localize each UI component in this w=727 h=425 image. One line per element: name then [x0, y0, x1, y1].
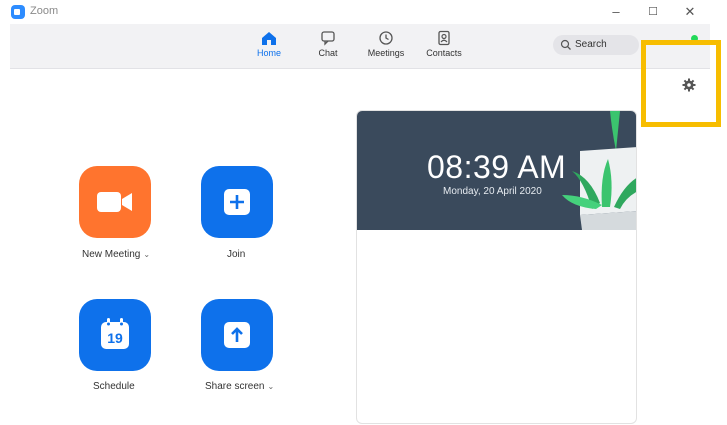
title-bar: Zoom – ☐ ✕: [0, 0, 727, 24]
contacts-icon: [438, 30, 450, 46]
tab-meetings[interactable]: Meetings: [358, 30, 414, 58]
minimize-button[interactable]: –: [604, 2, 628, 22]
chat-icon: [321, 31, 335, 46]
tab-contacts-label: Contacts: [426, 48, 462, 58]
tab-home[interactable]: Home: [241, 30, 297, 58]
close-button[interactable]: ✕: [678, 2, 702, 22]
settings-gear-icon[interactable]: [682, 78, 696, 92]
clock-banner: 08:39 AM Monday, 20 April 2020: [357, 111, 636, 230]
maximize-button[interactable]: ☐: [641, 2, 665, 22]
new-meeting-button[interactable]: [79, 166, 151, 238]
home-icon: [262, 32, 276, 45]
tab-contacts[interactable]: Contacts: [416, 30, 472, 58]
video-camera-icon: [97, 192, 132, 212]
tab-home-label: Home: [256, 48, 281, 58]
new-meeting-label: New Meeting ⌄: [82, 249, 151, 260]
share-screen-icon: [224, 322, 250, 348]
plant-illustration: [562, 111, 636, 230]
calendar-day: 19: [107, 330, 123, 346]
tab-chat-label: Chat: [318, 48, 338, 58]
share-screen-label: Share screen ⌄: [205, 381, 275, 392]
share-screen-button[interactable]: [201, 299, 273, 371]
schedule-label: Schedule: [93, 381, 135, 392]
tab-chat[interactable]: Chat: [300, 30, 356, 58]
tab-meetings-label: Meetings: [367, 48, 405, 58]
clock-date: Monday, 20 April 2020: [443, 186, 542, 197]
join-button[interactable]: [201, 166, 273, 238]
search-icon: [560, 39, 571, 50]
chevron-down-icon[interactable]: ⌄: [143, 250, 150, 259]
chevron-down-icon[interactable]: ⌄: [267, 382, 274, 391]
app-title: Zoom: [30, 5, 59, 17]
join-label: Join: [227, 249, 246, 260]
top-navigation: Home Chat Meetings Contacts Search: [10, 24, 710, 69]
highlight-box: [641, 40, 721, 127]
upcoming-meetings-panel: 08:39 AM Monday, 20 April 2020: [356, 110, 637, 424]
clock-icon: [379, 31, 393, 45]
schedule-button[interactable]: 19: [79, 299, 151, 371]
plus-icon: [224, 189, 250, 215]
clock-time: 08:39 AM: [427, 149, 567, 185]
search-input[interactable]: Search: [553, 35, 639, 55]
search-placeholder: Search: [575, 39, 607, 50]
zoom-logo-icon: [11, 5, 25, 19]
